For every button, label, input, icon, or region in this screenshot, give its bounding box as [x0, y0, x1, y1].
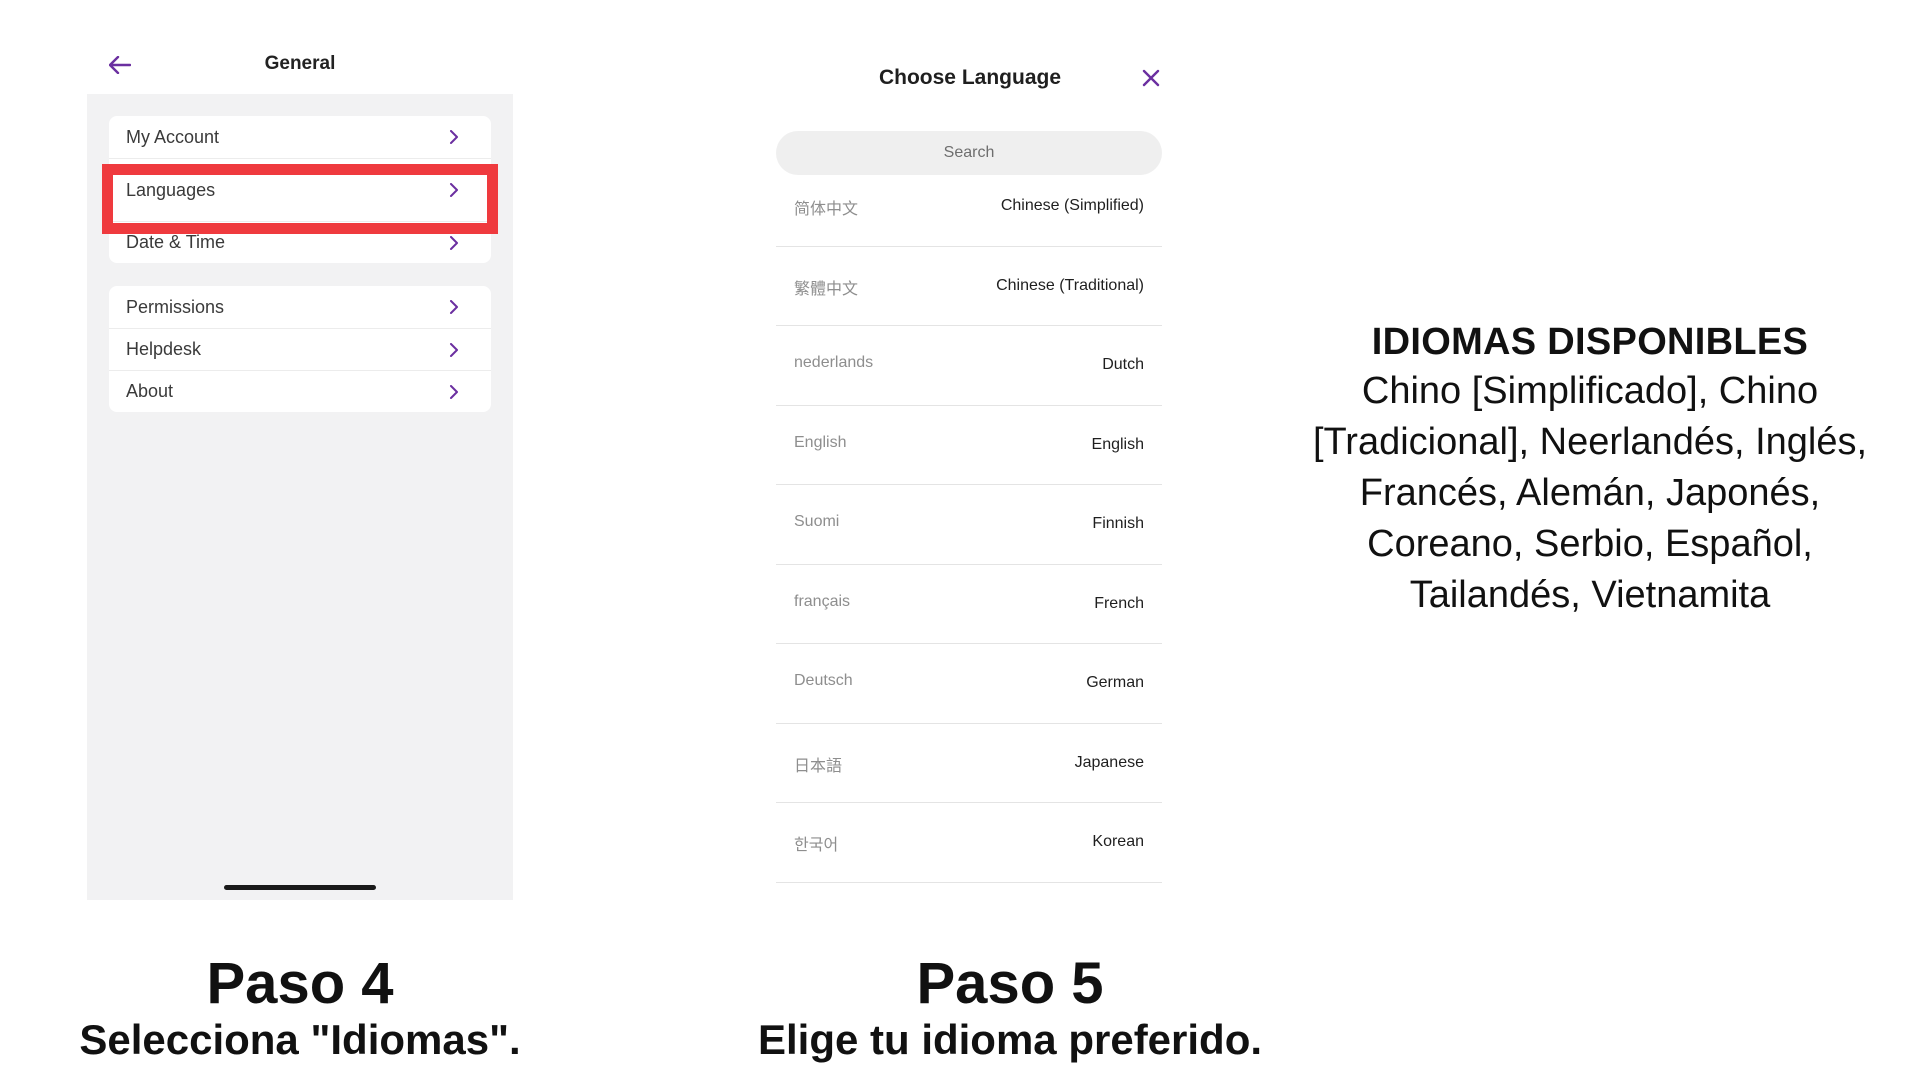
- list-item[interactable]: nederlands Dutch: [776, 326, 1162, 406]
- chevron-right-icon: [450, 342, 458, 357]
- general-settings-screen: General My Account Languages Date & Time…: [0, 0, 600, 910]
- list-item[interactable]: 日本語 Japanese: [776, 724, 1162, 803]
- language-native-name: 简体中文: [794, 201, 859, 218]
- page-title: General: [264, 53, 336, 74]
- chevron-right-icon: [450, 130, 458, 144]
- language-native-name: Suomi: [794, 513, 840, 530]
- list-item[interactable]: français French: [776, 565, 1162, 644]
- language-english-name: Japanese: [1074, 753, 1144, 771]
- home-indicator: [224, 885, 376, 890]
- page-title: Choose Language: [878, 66, 1062, 89]
- list-item[interactable]: Suomi Finnish: [776, 485, 1162, 565]
- language-english-name: English: [1091, 435, 1144, 453]
- chevron-right-icon: [450, 183, 458, 197]
- settings-item-about[interactable]: About: [109, 370, 491, 412]
- settings-item-label: Languages: [126, 179, 216, 200]
- language-english-name: French: [1094, 594, 1144, 612]
- settings-item-label: About: [126, 381, 174, 401]
- settings-item-languages[interactable]: Languages: [109, 158, 491, 221]
- list-item[interactable]: 한국어 Korean: [776, 803, 1162, 883]
- info-body: Chino [Simplificado], Chino [Tradicional…: [1312, 370, 1868, 616]
- settings-item-label: Date & Time: [126, 232, 226, 252]
- list-item[interactable]: 繁體中文 Chinese (Traditional): [776, 247, 1162, 326]
- settings-item-label: Helpdesk: [126, 339, 202, 359]
- language-native-name: nederlands: [794, 354, 874, 371]
- language-native-name: 한국어: [794, 837, 839, 854]
- step-4-title: Paso 4: [206, 951, 394, 1016]
- general-header: General: [87, 40, 513, 90]
- chevron-right-icon: [450, 384, 458, 399]
- list-item[interactable]: 简体中文 Chinese (Simplified): [776, 167, 1162, 247]
- available-languages-info: IDIOMAS DISPONIBLES Chino [Simplificado]…: [1290, 318, 1890, 621]
- settings-item-label: My Account: [126, 126, 220, 147]
- language-native-name: français: [794, 592, 851, 610]
- settings-item-date-time[interactable]: Date & Time: [109, 221, 491, 263]
- choose-language-screen: Choose Language 简体中文 Chinese (Simplified…: [760, 0, 1180, 910]
- chevron-right-icon: [450, 235, 458, 250]
- info-heading: IDIOMAS DISPONIBLES: [1371, 321, 1809, 363]
- settings-item-helpdesk[interactable]: Helpdesk: [109, 328, 491, 370]
- step-5-title: Paso 5: [916, 951, 1104, 1016]
- settings-body: My Account Languages Date & Time Permiss…: [87, 94, 513, 900]
- language-native-name: Deutsch: [794, 672, 853, 689]
- chevron-right-icon: [450, 300, 458, 314]
- language-native-name: 繁體中文: [794, 280, 859, 298]
- settings-group-support: Permissions Helpdesk About: [109, 286, 491, 412]
- list-item[interactable]: Deutsch German: [776, 644, 1162, 724]
- language-native-name: English: [794, 433, 847, 451]
- settings-item-label: Permissions: [126, 296, 225, 317]
- settings-group-account: My Account Languages Date & Time: [109, 116, 491, 263]
- close-button[interactable]: [1137, 64, 1165, 92]
- language-english-name: Dutch: [1102, 356, 1144, 373]
- language-english-name: Finnish: [1092, 515, 1144, 532]
- settings-item-permissions[interactable]: Permissions: [109, 286, 491, 328]
- close-icon: [1142, 69, 1160, 87]
- language-list: 简体中文 Chinese (Simplified) 繁體中文 Chinese (…: [776, 167, 1162, 883]
- language-english-name: Chinese (Simplified): [1000, 197, 1144, 214]
- language-native-name: 日本語: [794, 757, 843, 775]
- language-english-name: Chinese (Traditional): [996, 276, 1144, 294]
- step-4-description: Selecciona "Idiomas".: [79, 1016, 521, 1063]
- language-english-name: German: [1086, 674, 1144, 691]
- list-item[interactable]: English English: [776, 406, 1162, 485]
- step-5-description: Elige tu idioma preferido.: [757, 1016, 1263, 1063]
- settings-item-my-account[interactable]: My Account: [109, 116, 491, 158]
- language-english-name: Korean: [1092, 833, 1144, 850]
